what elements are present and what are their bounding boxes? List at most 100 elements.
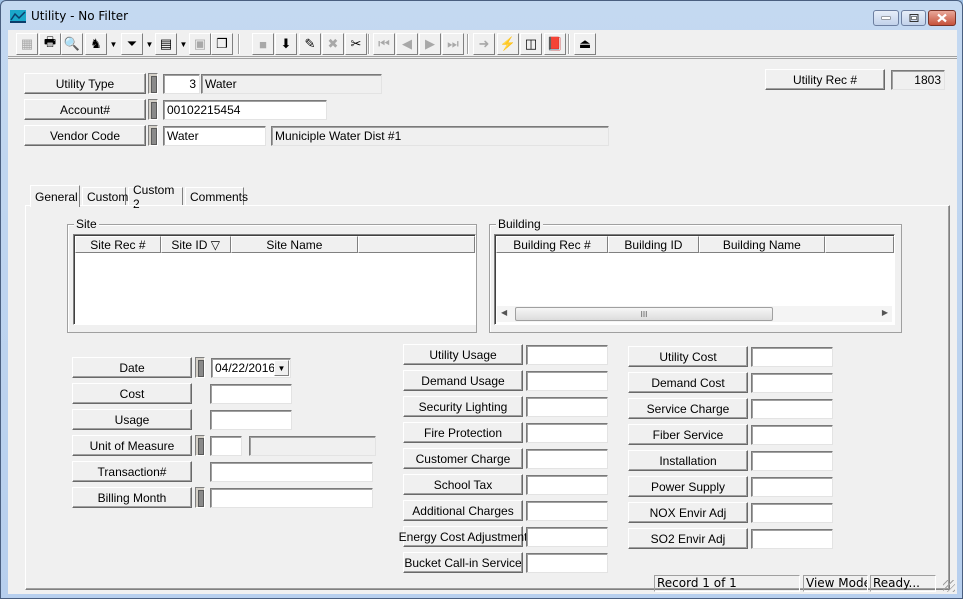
- tab-custom-2[interactable]: Custom 2: [128, 183, 183, 211]
- next-record-button[interactable]: ▶: [419, 33, 441, 55]
- grid-view-button[interactable]: ▦: [16, 33, 38, 55]
- vendor-code-lookup[interactable]: [148, 125, 158, 146]
- billing-month-lookup[interactable]: [195, 487, 205, 508]
- usage-field[interactable]: [210, 410, 292, 430]
- date-lookup[interactable]: [195, 357, 205, 378]
- last-record-button[interactable]: ⏭: [442, 33, 464, 55]
- billing-month-button[interactable]: Billing Month: [72, 487, 192, 508]
- utility-usage-button[interactable]: Utility Usage: [403, 344, 523, 365]
- demand-cost-field[interactable]: [751, 373, 833, 393]
- utility-type-lookup[interactable]: [148, 73, 158, 94]
- billing-month-field[interactable]: [210, 488, 373, 508]
- utility-cost-field[interactable]: [751, 347, 833, 367]
- utility-rec-button[interactable]: Utility Rec #: [765, 69, 885, 90]
- utility-type-code-field[interactable]: 3: [163, 74, 200, 94]
- date-dropdown-button[interactable]: ▼: [274, 360, 289, 376]
- copy-record-button[interactable]: ❐: [211, 33, 233, 55]
- quick-action-button[interactable]: ⚡: [497, 33, 519, 55]
- power-supply-field[interactable]: [751, 477, 833, 497]
- school-tax-field[interactable]: [526, 475, 608, 495]
- filter-button[interactable]: ⏷: [121, 33, 143, 55]
- security-lighting-field[interactable]: [526, 397, 608, 417]
- previous-record-button[interactable]: ◀: [396, 33, 418, 55]
- building-column-header[interactable]: Building Name: [698, 236, 825, 253]
- customer-charge-field[interactable]: [526, 449, 608, 469]
- transaction-button[interactable]: Transaction#: [72, 461, 192, 482]
- so2-envir-adj-field[interactable]: [751, 529, 833, 549]
- unit-of-measure-lookup[interactable]: [195, 435, 205, 456]
- filter-dropdown[interactable]: ▼: [144, 33, 155, 55]
- fiber-service-field[interactable]: [751, 425, 833, 445]
- additional-charges-button[interactable]: Additional Charges: [403, 500, 523, 521]
- cancel-button[interactable]: ✖: [322, 33, 344, 55]
- report-button[interactable]: ▤: [155, 33, 177, 55]
- customer-charge-button[interactable]: Customer Charge: [403, 448, 523, 469]
- bucket-call-in-service-field[interactable]: [526, 553, 608, 573]
- cost-button[interactable]: Cost: [72, 383, 192, 404]
- resize-grip[interactable]: [943, 580, 955, 592]
- building-grid[interactable]: Building Rec # Building ID Building Name ◀…: [494, 234, 895, 325]
- utility-cost-button[interactable]: Utility Cost: [628, 346, 748, 367]
- tab-comments[interactable]: Comments: [185, 187, 248, 206]
- scroll-right-icon[interactable]: ▶: [882, 308, 888, 317]
- power-supply-button[interactable]: Power Supply: [628, 476, 748, 497]
- fiber-service-button[interactable]: Fiber Service: [628, 424, 748, 445]
- minimize-button[interactable]: [873, 10, 899, 26]
- unit-of-measure-button[interactable]: Unit of Measure: [72, 435, 192, 456]
- transaction-field[interactable]: [210, 462, 373, 482]
- account-button[interactable]: Account#: [24, 99, 146, 120]
- properties-button[interactable]: ▣: [189, 33, 211, 55]
- usage-button[interactable]: Usage: [72, 409, 192, 430]
- security-lighting-button[interactable]: Security Lighting: [403, 396, 523, 417]
- utility-usage-field[interactable]: [526, 345, 608, 365]
- report-dropdown[interactable]: ▼: [178, 33, 189, 55]
- print-button[interactable]: 🖶: [39, 33, 61, 55]
- site-column-header[interactable]: Site ID ▽: [160, 236, 231, 253]
- maximize-button[interactable]: [901, 10, 926, 26]
- relationship-button[interactable]: ◫: [520, 33, 542, 55]
- site-column-header[interactable]: Site Name: [230, 236, 359, 253]
- demand-usage-button[interactable]: Demand Usage: [403, 370, 523, 391]
- bucket-call-in-service-button[interactable]: Bucket Call-in Service: [403, 552, 523, 573]
- service-charge-field[interactable]: [751, 399, 833, 419]
- goto-button[interactable]: ➜: [473, 33, 495, 55]
- edit-button[interactable]: ✎: [299, 33, 321, 55]
- nox-envir-adj-button[interactable]: NOX Envir Adj: [628, 502, 748, 523]
- add-record-button[interactable]: ⬇: [275, 33, 297, 55]
- site-column-header[interactable]: Site Rec #: [75, 236, 161, 253]
- building-horizontal-scrollbar[interactable]: ◀ III ▶: [497, 306, 892, 322]
- cut-button[interactable]: ✂: [345, 33, 367, 55]
- installation-button[interactable]: Installation: [628, 450, 748, 471]
- find-button[interactable]: ♞: [85, 33, 107, 55]
- print-preview-button[interactable]: 🔍: [61, 33, 83, 55]
- school-tax-button[interactable]: School Tax: [403, 474, 523, 495]
- first-record-button[interactable]: ⏮: [373, 33, 395, 55]
- tab-general[interactable]: General: [30, 185, 80, 207]
- find-dropdown[interactable]: ▼: [108, 33, 119, 55]
- site-grid[interactable]: Site Rec # Site ID ▽ Site Name: [73, 234, 476, 325]
- energy-cost-adjustment-button[interactable]: Energy Cost Adjustment: [399, 526, 527, 547]
- additional-charges-field[interactable]: [526, 501, 608, 521]
- vendor-code-button[interactable]: Vendor Code: [24, 125, 146, 146]
- fire-protection-field[interactable]: [526, 423, 608, 443]
- building-column-header[interactable]: [824, 236, 895, 253]
- close-button[interactable]: [928, 10, 956, 26]
- fire-protection-button[interactable]: Fire Protection: [403, 422, 523, 443]
- installation-field[interactable]: [751, 451, 833, 471]
- save-button[interactable]: ■: [252, 33, 274, 55]
- date-field[interactable]: 04/22/2016 ▼: [211, 358, 291, 378]
- account-lookup[interactable]: [148, 99, 158, 120]
- energy-cost-adjustment-field[interactable]: [526, 527, 608, 547]
- help-book-button[interactable]: 📕: [544, 33, 566, 55]
- so2-envir-adj-button[interactable]: SO2 Envir Adj: [628, 528, 748, 549]
- exit-button[interactable]: ⏏: [574, 33, 596, 55]
- scrollbar-thumb[interactable]: III: [515, 307, 773, 321]
- date-button[interactable]: Date: [72, 357, 192, 378]
- vendor-code-field[interactable]: Water: [163, 126, 266, 146]
- site-column-header[interactable]: [358, 236, 475, 253]
- building-column-header[interactable]: Building ID: [607, 236, 699, 253]
- account-field[interactable]: 00102215454: [163, 100, 327, 120]
- service-charge-button[interactable]: Service Charge: [628, 398, 748, 419]
- demand-cost-button[interactable]: Demand Cost: [628, 372, 748, 393]
- cost-field[interactable]: [210, 384, 292, 404]
